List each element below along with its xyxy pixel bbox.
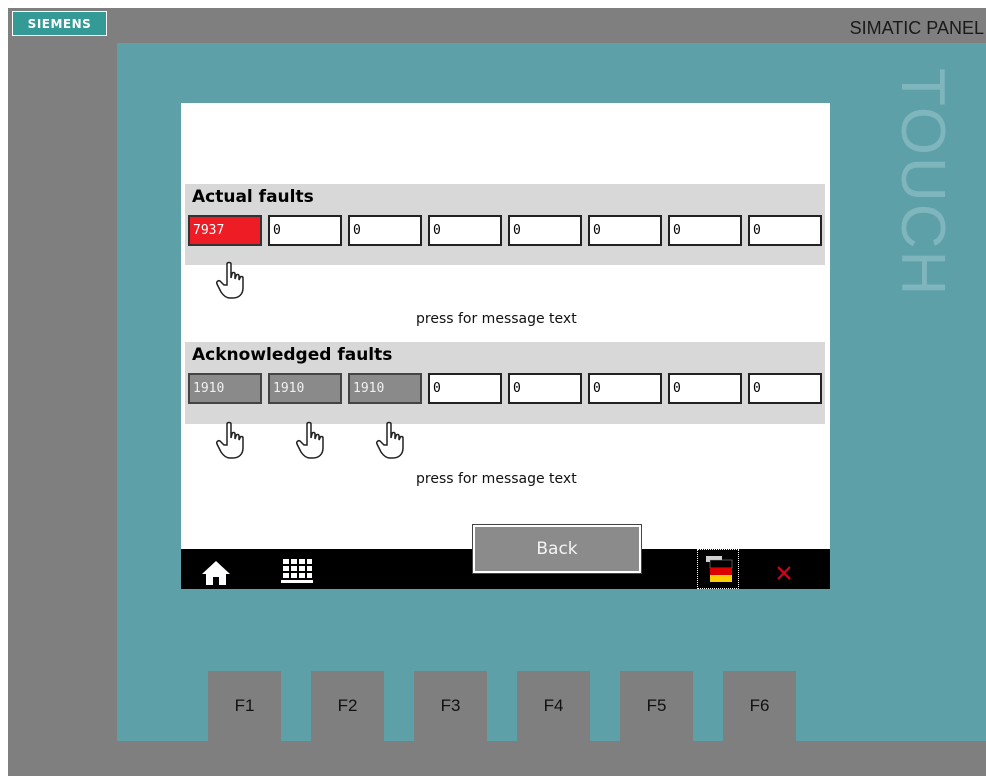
actual-fault-box-6[interactable]: 0 [588, 215, 662, 246]
function-key-f3[interactable]: F3 [414, 671, 487, 741]
ack-fault-box-2[interactable]: 1910 [268, 373, 342, 404]
language-flag-icon [706, 556, 733, 582]
actual-faults-title: Actual faults [192, 187, 314, 207]
brand-logo: SIEMENS [12, 11, 107, 36]
pointing-hand-icon [296, 421, 324, 459]
pointing-hand-icon [216, 421, 244, 459]
actual-fault-box-7[interactable]: 0 [668, 215, 742, 246]
language-button[interactable] [697, 549, 739, 589]
ack-fault-box-7[interactable]: 0 [668, 373, 742, 404]
function-key-f1[interactable]: F1 [208, 671, 281, 741]
actual-fault-box-2[interactable]: 0 [268, 215, 342, 246]
ack-fault-box-3[interactable]: 1910 [348, 373, 422, 404]
actual-fault-box-1[interactable]: 7937 [188, 215, 262, 246]
close-icon[interactable] [776, 565, 792, 581]
acknowledged-faults-title: Acknowledged faults [192, 345, 393, 365]
home-icon[interactable] [201, 560, 231, 586]
actual-faults-hint: press for message text [416, 311, 577, 327]
acknowledged-faults-section: Acknowledged faults 1910 1910 1910 0 0 0… [185, 342, 825, 424]
panel-device: SIEMENS SIMATIC PANEL TOUCH Actual fault… [8, 8, 986, 776]
actual-fault-box-3[interactable]: 0 [348, 215, 422, 246]
acknowledged-faults-hint: press for message text [416, 471, 577, 487]
touch-label: TOUCH [888, 68, 957, 298]
model-label: SIMATIC PANEL [849, 18, 984, 38]
pointing-hand-icon [216, 261, 244, 299]
hmi-screen: Actual faults 7937 0 0 0 0 0 0 0 press f… [181, 103, 830, 589]
ack-fault-box-1[interactable]: 1910 [188, 373, 262, 404]
actual-faults-section: Actual faults 7937 0 0 0 0 0 0 0 [185, 184, 825, 265]
function-key-f2[interactable]: F2 [311, 671, 384, 741]
actual-fault-box-5[interactable]: 0 [508, 215, 582, 246]
function-key-f5[interactable]: F5 [620, 671, 693, 741]
back-button[interactable]: Back [472, 524, 642, 574]
pointing-hand-icon [376, 421, 404, 459]
actual-fault-box-4[interactable]: 0 [428, 215, 502, 246]
ack-fault-box-5[interactable]: 0 [508, 373, 582, 404]
function-key-f4[interactable]: F4 [517, 671, 590, 741]
ack-fault-box-4[interactable]: 0 [428, 373, 502, 404]
keyboard-icon[interactable] [281, 558, 313, 584]
ack-fault-box-6[interactable]: 0 [588, 373, 662, 404]
actual-fault-box-8[interactable]: 0 [748, 215, 822, 246]
function-key-f6[interactable]: F6 [723, 671, 796, 741]
ack-fault-box-8[interactable]: 0 [748, 373, 822, 404]
